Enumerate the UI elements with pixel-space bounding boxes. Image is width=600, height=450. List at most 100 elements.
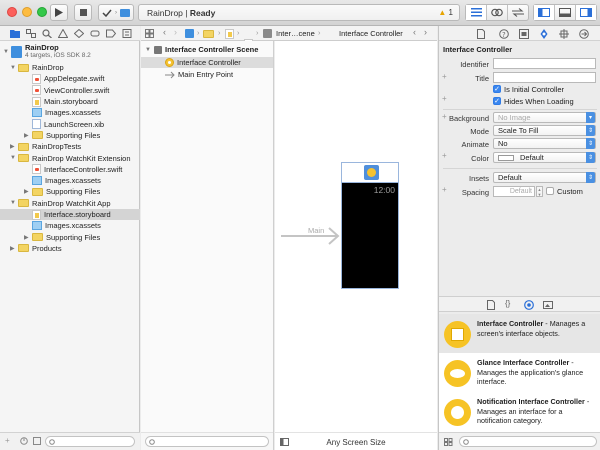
issue-icon[interactable] [58,29,68,38]
attributes-icon[interactable] [539,29,549,39]
size-icon[interactable] [559,29,569,39]
scene-title-bar[interactable] [341,162,399,183]
folder-icon[interactable] [10,29,20,38]
minimize-window-button[interactable] [22,7,32,17]
navigator-filter-input[interactable] [45,436,135,447]
assistant-editor-button[interactable] [487,5,508,20]
file-tree-item[interactable]: AppDelegate.swift [0,73,140,84]
zoom-window-button[interactable] [37,7,47,17]
version-editor-button[interactable] [508,5,528,20]
file-template-icon[interactable] [487,300,495,310]
warning-indicator[interactable]: ▲ 1 [438,8,453,17]
disclosure-right-icon[interactable]: ▶ [24,188,30,195]
symbol-icon[interactable] [26,29,36,38]
toggle-debug-button[interactable] [555,5,576,20]
custom-spacing-checkbox[interactable] [546,187,554,195]
identity-icon[interactable] [519,29,529,39]
file-inspector-icon[interactable] [477,29,485,39]
file-tree-item[interactable]: InterfaceController.swift [0,164,140,175]
breadcrumb-storyboard-icon[interactable] [225,29,234,39]
forward-arrow-icon[interactable]: › [174,27,177,37]
scm-filter-icon[interactable] [33,437,41,445]
report-icon[interactable] [122,29,132,38]
disclosure-down-icon[interactable]: ▼ [10,155,16,161]
library-item[interactable]: Glance Interface Controller - Manages th… [439,353,600,395]
file-tree-item[interactable]: ▼ RainDrop WatchKit App [0,198,140,209]
breadcrumb-scene[interactable]: Inter…cene [276,29,315,38]
insets-popup[interactable]: Default ⇕ [493,172,596,183]
test-icon[interactable] [74,29,84,38]
size-class-label[interactable]: Any Screen Size [275,438,437,447]
disclosure-right-icon[interactable]: ▶ [24,132,30,139]
breakpoint-icon[interactable] [106,29,116,38]
disclosure-right-icon[interactable]: ▶ [10,245,16,252]
breadcrumb-project-icon[interactable] [185,29,194,38]
disclosure-down-icon[interactable]: ▼ [10,200,16,206]
stop-button[interactable] [74,4,92,21]
next-issue-icon[interactable]: › [424,27,427,37]
media-library-icon[interactable] [543,300,553,310]
previous-issue-icon[interactable]: ‹ [413,27,416,37]
library-item[interactable]: Notification Interface Controller - Mana… [439,392,600,434]
spacing-field[interactable]: Default [493,186,535,197]
code-snippet-icon[interactable]: {} [505,299,510,308]
entry-point-arrow[interactable] [281,226,341,246]
file-tree-item[interactable]: Images.xcassets [0,107,140,118]
connections-icon[interactable] [579,29,589,39]
toggle-utilities-button[interactable] [576,5,596,20]
library-item[interactable]: Interface Controller - Manages a screen'… [439,314,600,356]
recent-icon[interactable] [20,437,28,445]
spacing-stepper[interactable]: ▲ ▼ [536,186,543,197]
library-filter-input[interactable] [459,436,597,447]
file-tree-item[interactable]: Main.storyboard [0,96,140,107]
title-field[interactable] [493,72,596,83]
close-window-button[interactable] [7,7,17,17]
disclosure-right-icon[interactable]: ▶ [10,143,16,150]
file-tree-item[interactable]: Interface.storyboard [0,208,140,221]
toggle-navigator-button[interactable] [534,5,555,20]
disclosure-down-icon[interactable]: ▼ [10,65,16,71]
file-tree-item[interactable]: ▼ RainDrop [0,62,140,73]
run-button[interactable] [50,4,68,21]
outline-filter-input[interactable] [145,436,269,447]
breadcrumb-controller[interactable]: Interface Controller [339,29,403,38]
file-tree-item[interactable]: ViewController.swift [0,85,140,96]
disclosure-right-icon[interactable]: ▶ [24,234,30,241]
file-tree-item[interactable]: ▶ RainDropTests [0,141,140,152]
file-tree-item[interactable]: ▶ Supporting Files [0,130,140,141]
file-tree-item[interactable]: LaunchScreen.xib [0,119,140,130]
add-icon[interactable]: + [5,436,10,445]
play-icon [55,8,63,17]
help-icon[interactable]: ? [499,29,509,39]
animate-popup[interactable]: No ⇕ [493,138,596,149]
file-tree-item[interactable]: Images.xcassets [0,175,140,186]
breadcrumb-scene-icon[interactable] [263,29,272,38]
identifier-field[interactable] [493,58,596,69]
initial-controller-checkbox[interactable]: ✓ [493,85,501,93]
grid-view-icon[interactable] [444,438,453,446]
debug-icon[interactable] [90,29,100,38]
mode-popup[interactable]: Scale To Fill ⇕ [493,125,596,136]
outline-controller-row[interactable]: Interface Controller [141,57,273,68]
background-image-combo[interactable]: No Image ▾ [493,112,596,123]
file-tree-item[interactable]: ▼ RainDrop WatchKit Extension [0,152,140,163]
watch-interface-preview[interactable]: 12:00 [341,183,399,289]
hides-when-loading-checkbox[interactable]: ✓ [493,97,501,105]
scene-controller-badge[interactable] [364,165,379,180]
project-root[interactable]: ▼ RainDrop 4 targets, iOS SDK 8.2 [0,43,140,60]
object-library-icon[interactable] [524,300,534,310]
color-popup[interactable]: Default ⇕ [493,152,596,163]
scheme-selector[interactable]: › [98,4,134,21]
outline-scene-row[interactable]: ▼ Interface Controller Scene [141,44,273,55]
outline-entry-row[interactable]: Main Entry Point [141,69,273,80]
search-icon[interactable] [42,29,52,38]
add-variation-icon[interactable]: + [442,94,447,103]
breadcrumb-folder-icon[interactable] [203,30,214,38]
file-tree-item[interactable]: Images.xcassets [0,220,140,231]
file-tree-item[interactable]: ▶ Products [0,243,140,254]
file-tree-item[interactable]: ▶ Supporting Files [0,186,140,197]
related-items-icon[interactable] [145,29,154,38]
back-arrow-icon[interactable]: ‹ [163,27,166,37]
file-tree-item[interactable]: ▶ Supporting Files [0,232,140,243]
standard-editor-button[interactable] [466,5,487,20]
